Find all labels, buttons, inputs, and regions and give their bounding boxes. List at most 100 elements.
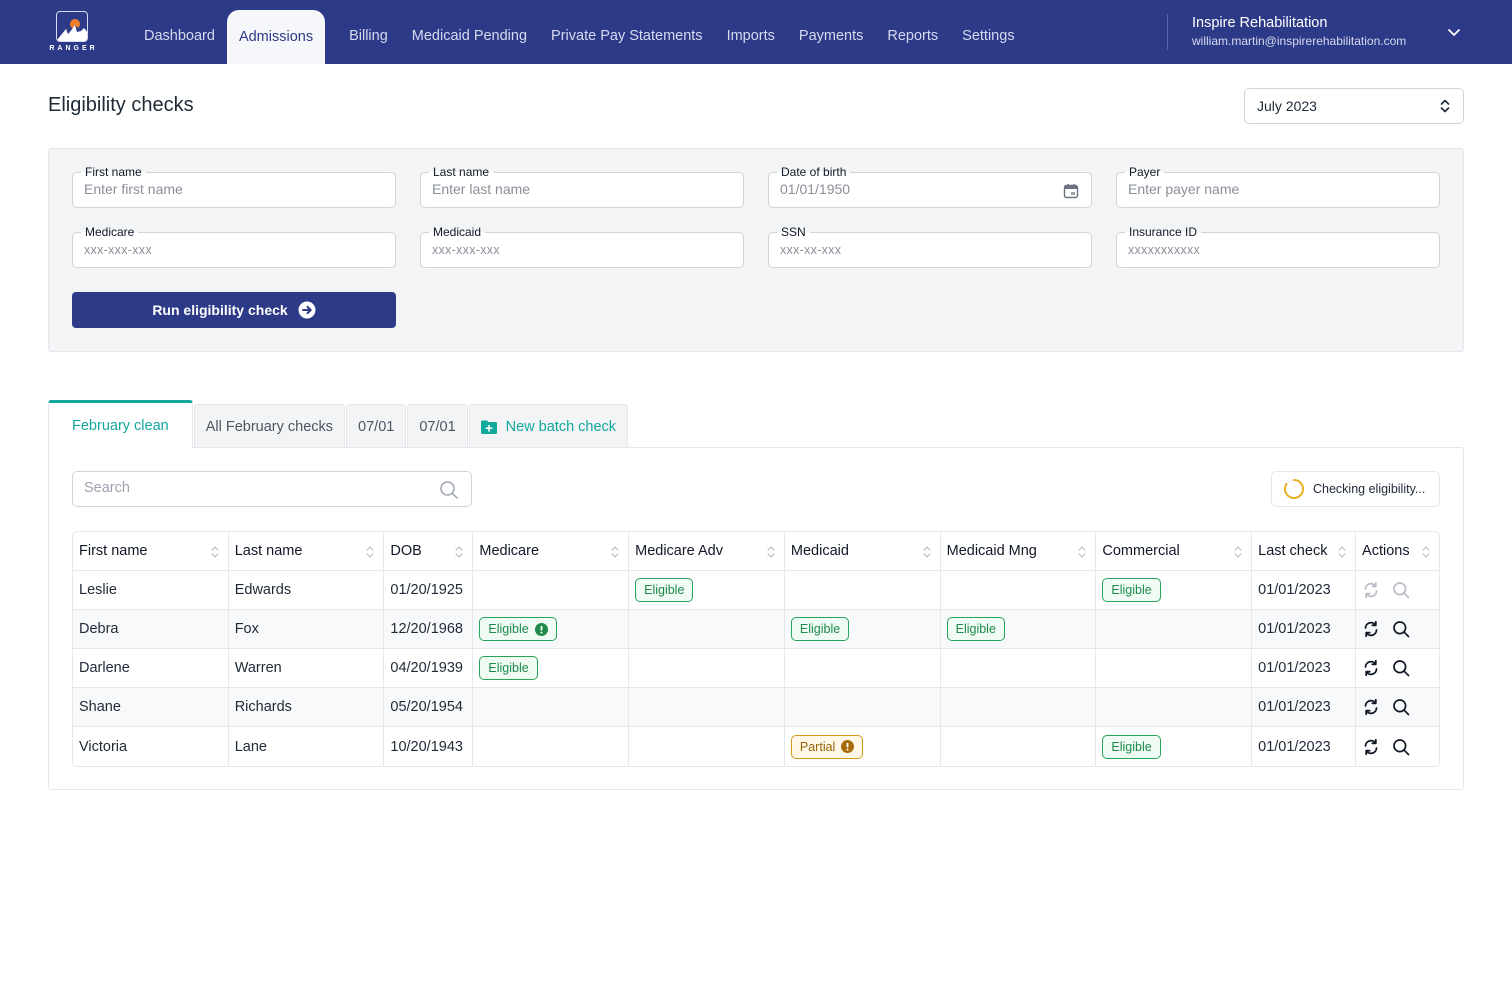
column-header-last-check[interactable]: Last check	[1252, 532, 1357, 571]
nav-reports[interactable]: Reports	[875, 10, 950, 64]
org-name: Inspire Rehabilitation	[1192, 15, 1328, 31]
eligible-badge[interactable]: Eligible	[479, 617, 557, 641]
sort-icon[interactable]	[1421, 544, 1431, 560]
arrow-right-circle-icon	[298, 301, 316, 319]
sort-icon[interactable]	[766, 544, 776, 560]
sort-icon[interactable]	[922, 544, 932, 560]
table-row[interactable]: Victoria Lane 10/20/1943 Partial Eligible 01/…	[73, 727, 1439, 766]
ssn-input[interactable]	[780, 241, 1070, 257]
cell-medicare	[473, 688, 630, 727]
column-header-commercial[interactable]: Commercial	[1096, 532, 1253, 571]
medicaid-field[interactable]: Medicaid	[420, 224, 744, 268]
tab-07-01-a[interactable]: 07/01	[346, 404, 407, 448]
nav-admissions[interactable]: Admissions	[226, 10, 326, 64]
payer-input[interactable]	[1128, 181, 1418, 197]
column-header-medicaid-mng[interactable]: Medicaid Mng	[940, 532, 1097, 571]
refresh-icon[interactable]	[1362, 698, 1380, 716]
eligible-badge[interactable]: Eligible	[790, 617, 850, 641]
tab-07-01-b[interactable]: 07/01	[407, 404, 468, 448]
first-name-field[interactable]: First name	[72, 164, 396, 208]
insurance-id-field[interactable]: Insurance ID	[1116, 224, 1440, 268]
cell-medicare	[473, 571, 630, 610]
column-header-first-name[interactable]: First name	[73, 532, 229, 571]
refresh-icon[interactable]	[1362, 581, 1380, 599]
ranger-logo[interactable]: RANGER	[47, 11, 97, 55]
date-of-birth-label: Date of birth	[777, 164, 851, 180]
eligible-badge[interactable]: Eligible	[1102, 578, 1161, 602]
first-name-input[interactable]	[84, 181, 374, 197]
ssn-field[interactable]: SSN	[768, 224, 1092, 268]
sort-icon[interactable]	[1233, 544, 1243, 560]
column-header-actions[interactable]: Actions	[1356, 532, 1439, 571]
sort-icon[interactable]	[1077, 544, 1087, 560]
cell-dob: 10/20/1943	[384, 727, 474, 766]
nav-imports[interactable]: Imports	[715, 10, 787, 64]
refresh-icon[interactable]	[1362, 620, 1380, 638]
cell-last-check: 01/01/2023	[1252, 688, 1357, 727]
cell-medicaid	[784, 688, 941, 727]
tab-all-february-checks[interactable]: All February checks	[193, 404, 346, 448]
table-header-row: First name Last name DOB Medicare Medicare A…	[73, 532, 1439, 571]
view-details-search-icon[interactable]	[1392, 659, 1410, 677]
table-row[interactable]: Leslie Edwards 01/20/1925 Eligible Eligible 0…	[73, 571, 1439, 610]
medicare-field[interactable]: Medicare	[72, 224, 396, 268]
chevron-down-icon[interactable]	[1446, 24, 1462, 40]
table-row[interactable]: Shane Richards 05/20/1954 01/01/2023	[73, 688, 1439, 727]
table-row[interactable]: Debra Fox 12/20/1968 Eligible Eligible Eligib…	[73, 610, 1439, 649]
view-details-search-icon[interactable]	[1392, 620, 1410, 638]
badge-label: Eligible	[799, 622, 841, 636]
view-details-search-icon[interactable]	[1392, 698, 1410, 716]
account-menu[interactable]: Inspire Rehabilitation william.martin@in…	[1192, 15, 1406, 48]
eligible-badge[interactable]: Eligible	[479, 656, 538, 680]
cell-actions	[1356, 610, 1439, 649]
table-row[interactable]: Darlene Warren 04/20/1939 Eligible 01/01/202…	[73, 649, 1439, 688]
view-details-search-icon[interactable]	[1392, 581, 1410, 599]
calendar-icon[interactable]	[1063, 183, 1079, 199]
partial-badge[interactable]: Partial	[790, 734, 864, 759]
last-name-field[interactable]: Last name	[420, 164, 744, 208]
nav-payments[interactable]: Payments	[787, 10, 875, 64]
nav-medicaid-pending[interactable]: Medicaid Pending	[400, 10, 539, 64]
sort-icon[interactable]	[610, 544, 620, 560]
column-header-medicare[interactable]: Medicare	[473, 532, 630, 571]
medicare-input[interactable]	[84, 241, 374, 257]
insurance-id-input[interactable]	[1128, 241, 1418, 257]
run-eligibility-check-button[interactable]: Run eligibility check	[72, 292, 396, 328]
cell-medicare: Eligible	[473, 649, 630, 688]
cell-medicare-adv	[629, 649, 785, 688]
column-header-medicaid[interactable]: Medicaid	[784, 532, 941, 571]
sort-icon[interactable]	[454, 544, 464, 560]
view-details-search-icon[interactable]	[1392, 738, 1410, 756]
eligible-badge[interactable]: Eligible	[946, 617, 1005, 641]
medicaid-input[interactable]	[432, 241, 722, 257]
cell-actions	[1356, 649, 1439, 688]
sort-icon[interactable]	[1337, 544, 1347, 560]
sort-icon[interactable]	[365, 544, 375, 560]
refresh-icon[interactable]	[1362, 738, 1380, 756]
nav-billing[interactable]: Billing	[337, 10, 400, 64]
tab-february-clean[interactable]: February clean	[48, 400, 193, 448]
alert-icon	[841, 740, 855, 753]
eligible-badge[interactable]: Eligible	[1102, 734, 1161, 759]
date-of-birth-input[interactable]	[780, 181, 1070, 197]
refresh-icon[interactable]	[1362, 659, 1380, 677]
results-search[interactable]	[72, 471, 472, 507]
sort-icon[interactable]	[210, 544, 220, 560]
new-batch-check-tab[interactable]: New batch check	[468, 404, 629, 448]
search-icon[interactable]	[439, 480, 459, 500]
cell-commercial: Eligible	[1096, 571, 1253, 610]
payer-field[interactable]: Payer	[1116, 164, 1440, 208]
search-input[interactable]	[84, 480, 424, 496]
column-header-last-name[interactable]: Last name	[228, 532, 385, 571]
nav-dashboard[interactable]: Dashboard	[132, 10, 227, 64]
month-select[interactable]: July 2023	[1244, 88, 1464, 124]
column-header-dob[interactable]: DOB	[384, 532, 474, 571]
nav-private-pay-statements[interactable]: Private Pay Statements	[539, 10, 715, 64]
column-header-medicare-adv[interactable]: Medicare Adv	[629, 532, 785, 571]
nav-settings[interactable]: Settings	[950, 10, 1026, 64]
eligible-badge[interactable]: Eligible	[635, 578, 694, 602]
column-header-label: Last name	[234, 543, 303, 559]
column-header-label: Medicaid	[790, 543, 849, 559]
last-name-input[interactable]	[432, 181, 722, 197]
date-of-birth-field[interactable]: Date of birth	[768, 164, 1092, 208]
